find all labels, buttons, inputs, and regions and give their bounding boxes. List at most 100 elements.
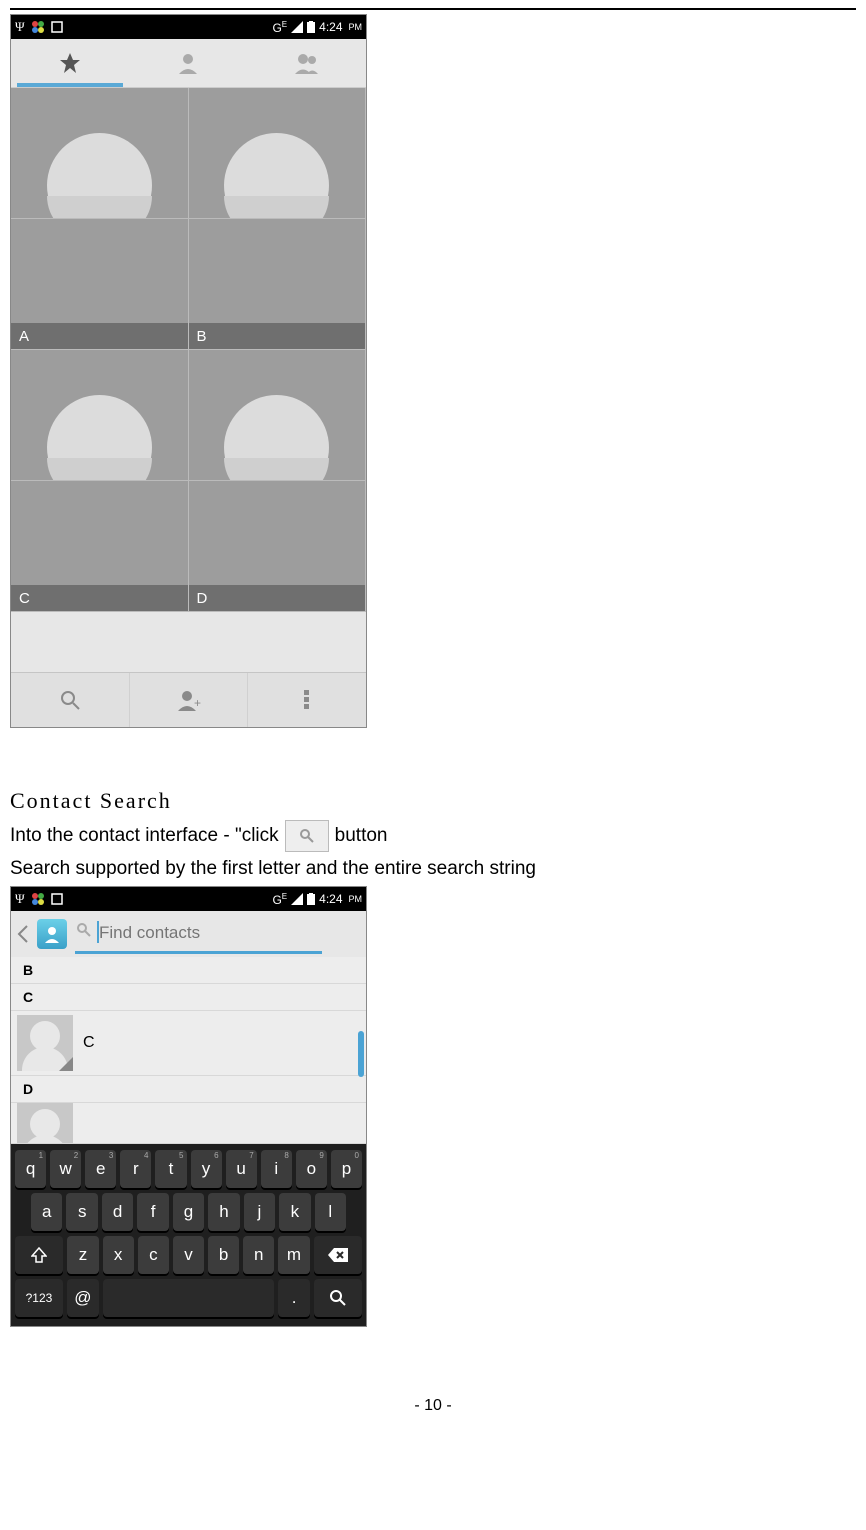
search-key[interactable] bbox=[314, 1279, 362, 1317]
search-field-wrap[interactable] bbox=[75, 915, 360, 954]
contact-cell[interactable]: A bbox=[11, 219, 189, 350]
key-w[interactable]: w2 bbox=[50, 1150, 81, 1188]
search-button[interactable] bbox=[11, 673, 130, 727]
shift-key[interactable] bbox=[15, 1236, 63, 1274]
backspace-key[interactable] bbox=[314, 1236, 362, 1274]
back-button[interactable] bbox=[17, 925, 29, 943]
key-c[interactable]: c bbox=[138, 1236, 169, 1274]
key-e[interactable]: e3 bbox=[85, 1150, 116, 1188]
list-section-header: D bbox=[11, 1076, 366, 1103]
key-z[interactable]: z bbox=[67, 1236, 98, 1274]
key-m[interactable]: m bbox=[278, 1236, 309, 1274]
key-n[interactable]: n bbox=[243, 1236, 274, 1274]
contact-name: C bbox=[11, 585, 188, 611]
search-icon bbox=[299, 828, 315, 844]
tab-groups[interactable] bbox=[248, 39, 366, 87]
contact-cell[interactable] bbox=[189, 88, 367, 219]
sync-icon bbox=[31, 20, 45, 34]
key-s[interactable]: s bbox=[66, 1193, 97, 1231]
backspace-icon bbox=[328, 1248, 348, 1262]
person-icon bbox=[177, 52, 199, 74]
contact-cell[interactable] bbox=[189, 350, 367, 481]
key-b[interactable]: b bbox=[208, 1236, 239, 1274]
avatar bbox=[47, 133, 152, 219]
key-d[interactable]: d bbox=[102, 1193, 133, 1231]
shift-icon bbox=[31, 1247, 47, 1263]
key-hint: 6 bbox=[214, 1151, 218, 1160]
contacts-app-icon[interactable] bbox=[37, 919, 67, 949]
contact-cell[interactable] bbox=[11, 350, 189, 481]
section-heading: Contact Search bbox=[10, 788, 856, 814]
key-g[interactable]: g bbox=[173, 1193, 204, 1231]
screenshot-contacts-grid: Ψ GE 4:24 PM bbox=[10, 14, 367, 728]
clock-ampm: PM bbox=[349, 22, 363, 32]
star-icon bbox=[59, 52, 81, 74]
clock-ampm: PM bbox=[349, 894, 363, 904]
scroll-indicator[interactable] bbox=[358, 1031, 364, 1077]
status-bar: Ψ GE 4:24 PM bbox=[11, 15, 366, 39]
tab-contacts[interactable] bbox=[129, 39, 247, 87]
inline-search-icon-button bbox=[285, 820, 329, 852]
key-x[interactable]: x bbox=[103, 1236, 134, 1274]
overflow-icon bbox=[304, 690, 310, 710]
network-type-icon: GE bbox=[272, 892, 287, 907]
instruction-line-2: Search supported by the first letter and… bbox=[10, 858, 856, 880]
key-u[interactable]: u7 bbox=[226, 1150, 257, 1188]
group-icon bbox=[294, 52, 320, 74]
key-v[interactable]: v bbox=[173, 1236, 204, 1274]
contact-name: A bbox=[11, 323, 188, 349]
screenshot-contact-search: Ψ GE 4:24PM bbox=[10, 886, 367, 1327]
key-hint: 2 bbox=[74, 1151, 78, 1160]
avatar bbox=[47, 395, 152, 481]
contact-cell[interactable]: C bbox=[11, 481, 189, 612]
symbols-key[interactable]: ?123 bbox=[15, 1279, 63, 1317]
overflow-menu-button[interactable] bbox=[248, 673, 366, 727]
key-f[interactable]: f bbox=[137, 1193, 168, 1231]
contact-cell[interactable]: B bbox=[189, 219, 367, 350]
chevron-left-icon bbox=[17, 925, 29, 943]
page-number: - 10 - bbox=[10, 1397, 856, 1415]
blank-area bbox=[11, 612, 366, 672]
usb-icon: Ψ bbox=[15, 19, 25, 35]
contact-cell[interactable] bbox=[11, 88, 189, 219]
key-q[interactable]: q1 bbox=[15, 1150, 46, 1188]
search-bar bbox=[11, 911, 366, 957]
key-a[interactable]: a bbox=[31, 1193, 62, 1231]
list-section-header: C bbox=[11, 984, 366, 1011]
tab-bar bbox=[11, 39, 366, 88]
key-j[interactable]: j bbox=[244, 1193, 275, 1231]
battery-icon bbox=[307, 893, 315, 905]
at-key[interactable]: @ bbox=[67, 1279, 99, 1317]
sync-icon bbox=[31, 892, 45, 906]
search-input[interactable] bbox=[75, 915, 322, 954]
key-y[interactable]: y6 bbox=[191, 1150, 222, 1188]
key-p[interactable]: p0 bbox=[331, 1150, 362, 1188]
contacts-list: B C C D bbox=[11, 957, 366, 1144]
contact-cell[interactable]: D bbox=[189, 481, 367, 612]
signal-icon bbox=[291, 21, 303, 33]
tab-favorites[interactable] bbox=[11, 39, 129, 87]
key-h[interactable]: h bbox=[208, 1193, 239, 1231]
key-hint: 1 bbox=[39, 1151, 43, 1160]
key-r[interactable]: r4 bbox=[120, 1150, 151, 1188]
list-item[interactable]: C bbox=[11, 1011, 366, 1076]
network-type-icon: GE bbox=[272, 20, 287, 35]
bottom-action-bar: + bbox=[11, 672, 366, 727]
contacts-grid: A B C D bbox=[11, 88, 366, 612]
key-k[interactable]: k bbox=[279, 1193, 310, 1231]
dot-key[interactable]: . bbox=[278, 1279, 310, 1317]
list-item[interactable] bbox=[11, 1103, 366, 1144]
space-key[interactable] bbox=[103, 1279, 274, 1317]
key-l[interactable]: l bbox=[315, 1193, 346, 1231]
key-t[interactable]: t5 bbox=[155, 1150, 186, 1188]
add-contact-button[interactable]: + bbox=[130, 673, 249, 727]
text: Into the contact interface - "click bbox=[10, 825, 279, 847]
key-o[interactable]: o9 bbox=[296, 1150, 327, 1188]
avatar bbox=[17, 1103, 73, 1143]
clock-text: 4:24 bbox=[319, 20, 342, 34]
key-i[interactable]: i8 bbox=[261, 1150, 292, 1188]
key-hint: 4 bbox=[144, 1151, 148, 1160]
key-hint: 3 bbox=[109, 1151, 113, 1160]
card-icon bbox=[51, 21, 63, 33]
key-hint: 5 bbox=[179, 1151, 183, 1160]
